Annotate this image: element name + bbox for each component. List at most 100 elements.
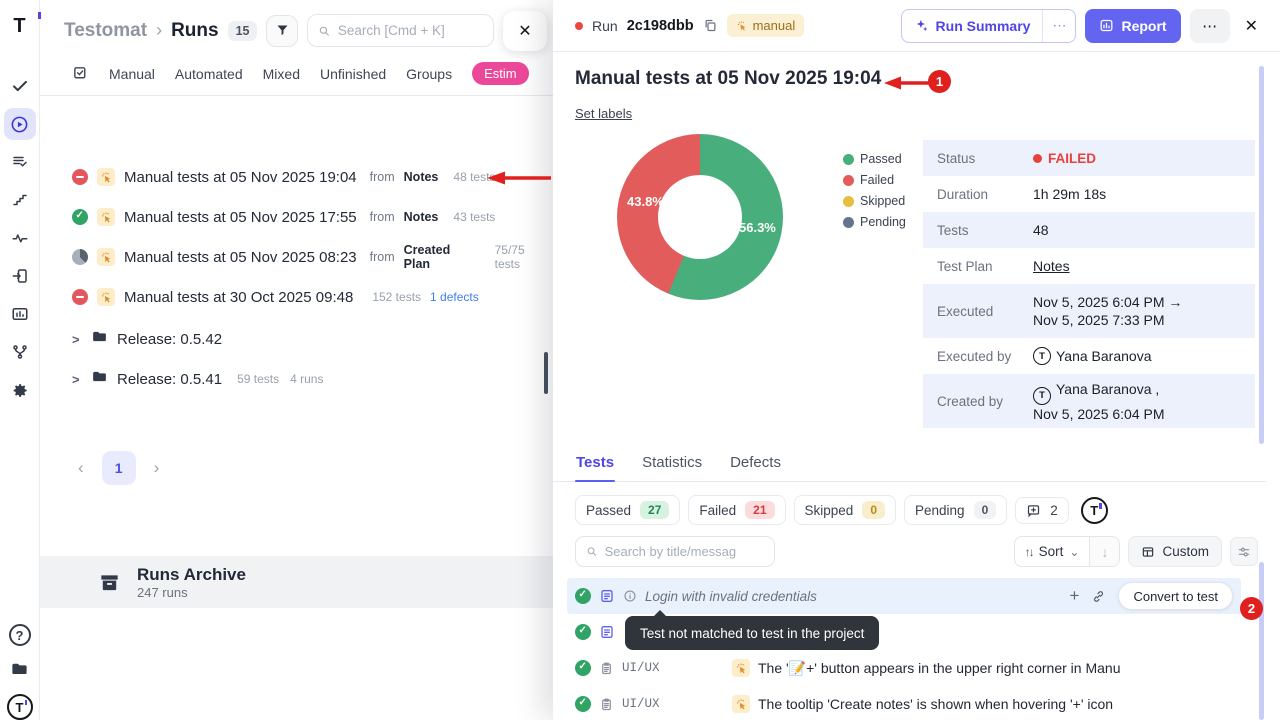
run-row[interactable]: Manual tests at 05 Nov 2025 17:55 from N… bbox=[40, 197, 553, 237]
avatar-initial: T bbox=[1039, 387, 1045, 405]
run-title[interactable]: Manual tests at 05 Nov 2025 19:04 bbox=[124, 169, 357, 186]
run-row[interactable]: Manual tests at 05 Nov 2025 19:04 from N… bbox=[40, 157, 553, 197]
tab-tests[interactable]: Tests bbox=[575, 448, 615, 481]
test-title[interactable]: The tooltip 'Create notes' is shown when… bbox=[758, 696, 1113, 712]
run-defects-link[interactable]: 1 defects bbox=[430, 290, 479, 304]
run-summary-more-button[interactable]: ⋯ bbox=[1042, 10, 1075, 42]
manual-cursor-icon bbox=[736, 20, 748, 32]
archive-count: 247 runs bbox=[137, 585, 246, 600]
detail-tabs: Tests Statistics Defects bbox=[553, 448, 1266, 482]
assignee-avatar[interactable]: T bbox=[1081, 497, 1108, 524]
tab-groups[interactable]: Groups bbox=[406, 66, 452, 82]
release-title[interactable]: Release: 0.5.41 bbox=[117, 371, 222, 388]
run-title[interactable]: Manual tests at 05 Nov 2025 08:23 bbox=[124, 249, 357, 266]
analytics-icon[interactable] bbox=[4, 298, 36, 330]
annotation-marker-1: 1 bbox=[928, 70, 951, 93]
pagination: ‹ 1 › bbox=[40, 451, 553, 485]
estimate-badge[interactable]: Estim bbox=[472, 62, 529, 85]
more-actions-button[interactable]: ⋯ bbox=[1190, 9, 1230, 43]
chip-count: 27 bbox=[640, 501, 669, 519]
created-at-value: Nov 5, 2025 6:04 PM bbox=[1033, 406, 1165, 422]
run-summary-button[interactable]: Run Summary bbox=[902, 10, 1043, 42]
close-detail-button[interactable]: ✕ bbox=[1239, 16, 1264, 36]
list-scrollbar[interactable] bbox=[544, 352, 548, 394]
manual-type-badge: manual bbox=[727, 14, 805, 37]
breadcrumb-section[interactable]: Runs bbox=[171, 20, 219, 42]
tab-manual[interactable]: Manual bbox=[109, 66, 155, 82]
status-passed-icon bbox=[72, 209, 88, 225]
test-list-icon[interactable] bbox=[4, 146, 36, 178]
detail-scrollbar-top[interactable] bbox=[1259, 66, 1264, 444]
detail-scrollbar-bottom[interactable] bbox=[1259, 562, 1264, 720]
help-icon[interactable]: ? bbox=[9, 624, 31, 646]
filter-chip-pending[interactable]: Pending0 bbox=[904, 495, 1007, 525]
settings-gear-icon[interactable] bbox=[4, 374, 36, 406]
filter-chip-comments[interactable]: 2 bbox=[1015, 497, 1069, 524]
info-label: Executed bbox=[937, 304, 1033, 319]
expand-chevron-icon[interactable]: > bbox=[72, 332, 82, 347]
convert-to-test-button[interactable]: Convert to test bbox=[1118, 582, 1233, 610]
tests-search-input[interactable] bbox=[605, 544, 764, 559]
test-title[interactable]: The '📝+' button appears in the upper rig… bbox=[758, 660, 1121, 677]
select-all-icon[interactable] bbox=[72, 65, 89, 82]
test-tag: UI/UX bbox=[622, 697, 668, 711]
breadcrumb-project[interactable]: Testomat bbox=[64, 20, 147, 42]
copy-icon[interactable] bbox=[703, 18, 718, 33]
runs-archive-row[interactable]: Runs Archive 247 runs bbox=[40, 556, 553, 608]
run-row[interactable]: Manual tests at 30 Oct 2025 09:48 152 te… bbox=[40, 277, 553, 317]
link-icon[interactable] bbox=[1091, 589, 1106, 604]
sort-direction-button[interactable]: ↓ bbox=[1089, 537, 1119, 566]
filter-button[interactable] bbox=[266, 15, 298, 47]
tests-search[interactable] bbox=[575, 536, 775, 567]
run-title[interactable]: Manual tests at 05 Nov 2025 17:55 bbox=[124, 209, 357, 226]
docs-folder-icon[interactable] bbox=[4, 652, 36, 684]
comment-plus-icon bbox=[1026, 503, 1041, 518]
next-page-button[interactable]: › bbox=[154, 458, 160, 478]
custom-columns-button[interactable]: Custom bbox=[1128, 536, 1222, 567]
chip-label: Failed bbox=[699, 503, 736, 518]
expand-chevron-icon[interactable]: > bbox=[72, 372, 82, 387]
test-title[interactable]: Login with invalid credentials bbox=[645, 589, 817, 604]
tab-unfinished[interactable]: Unfinished bbox=[320, 66, 386, 82]
import-icon[interactable] bbox=[4, 260, 36, 292]
search-input[interactable] bbox=[338, 23, 483, 38]
release-title[interactable]: Release: 0.5.42 bbox=[117, 331, 222, 348]
release-row[interactable]: > Release: 0.5.42 bbox=[40, 319, 553, 359]
global-search[interactable] bbox=[307, 14, 494, 47]
passed-percent-label: 56.3% bbox=[739, 220, 776, 235]
view-settings-button[interactable] bbox=[1230, 537, 1258, 566]
prev-page-button[interactable]: ‹ bbox=[78, 458, 84, 478]
tab-defects[interactable]: Defects bbox=[729, 448, 782, 481]
sort-button[interactable]: ↑↓ Sort ⌄ bbox=[1015, 537, 1090, 566]
test-plan-link[interactable]: Notes bbox=[1033, 258, 1070, 274]
run-row[interactable]: Manual tests at 05 Nov 2025 08:23 from C… bbox=[40, 237, 553, 277]
set-labels-link[interactable]: Set labels bbox=[575, 106, 632, 121]
close-panel-button[interactable]: ✕ bbox=[503, 11, 547, 51]
pulse-icon[interactable] bbox=[4, 222, 36, 254]
duration-value: 1h 29m 18s bbox=[1033, 186, 1106, 202]
test-row[interactable]: UI/UX The tooltip 'Create notes' is show… bbox=[567, 686, 1241, 720]
test-row[interactable]: UI/UX The '📝+' button appears in the upp… bbox=[567, 650, 1241, 686]
add-icon[interactable]: + bbox=[1070, 586, 1080, 606]
run-title[interactable]: Manual tests at 30 Oct 2025 09:48 bbox=[124, 289, 353, 306]
page-1-button[interactable]: 1 bbox=[102, 451, 136, 485]
steps-icon[interactable] bbox=[4, 184, 36, 216]
runs-nav-icon[interactable] bbox=[4, 108, 36, 140]
app-window: T ? T bbox=[0, 0, 1280, 720]
tab-automated[interactable]: Automated bbox=[175, 66, 243, 82]
testomat-logo-icon[interactable]: T bbox=[4, 10, 36, 42]
tab-statistics[interactable]: Statistics bbox=[641, 448, 703, 481]
user-avatar[interactable]: T bbox=[7, 694, 33, 720]
chip-count: 0 bbox=[862, 501, 885, 519]
filter-chip-failed[interactable]: Failed 21 bbox=[688, 495, 785, 525]
tab-mixed[interactable]: Mixed bbox=[263, 66, 300, 82]
filter-chip-skipped[interactable]: Skipped0 bbox=[794, 495, 896, 525]
release-row[interactable]: > Release: 0.5.41 59 tests 4 runs bbox=[40, 359, 553, 399]
chip-count: 21 bbox=[745, 501, 774, 519]
info-label: Duration bbox=[937, 187, 1033, 202]
report-button[interactable]: Report bbox=[1085, 9, 1180, 43]
branch-icon[interactable] bbox=[4, 336, 36, 368]
tasks-check-icon[interactable] bbox=[4, 70, 36, 102]
filter-chip-passed[interactable]: Passed27 bbox=[575, 495, 680, 525]
test-row[interactable]: Login with invalid credentials + Convert… bbox=[567, 578, 1241, 614]
